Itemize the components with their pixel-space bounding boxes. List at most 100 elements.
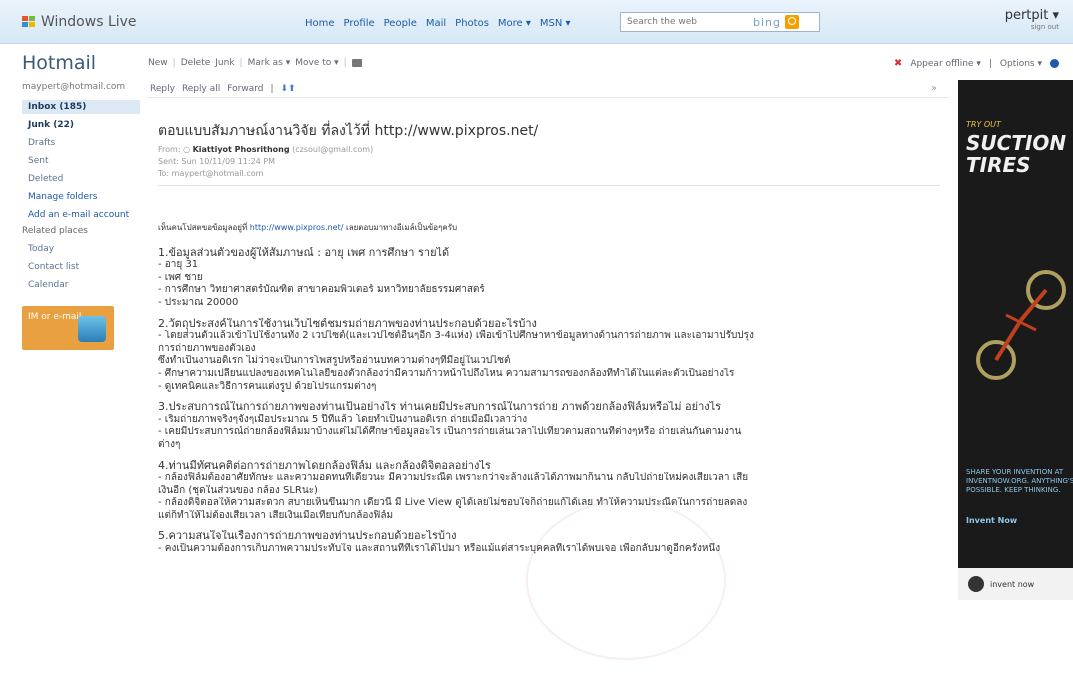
folder-deleted[interactable]: Deleted [22, 172, 140, 186]
body-line: - เคยมีประสบการณ์ถ่ายกล้องฟิล์มมาบ้างแต่… [158, 426, 742, 438]
ad-title: SUCTION TIRES [966, 131, 1067, 177]
toolbar-divider: | [172, 58, 176, 68]
search-icon[interactable] [785, 15, 799, 29]
folder-sidebar: maypert@hotmail.com Inbox (185) Junk (22… [22, 82, 140, 350]
delete-button[interactable]: Delete [181, 58, 211, 68]
im-promo-label: IM or e-mail [28, 312, 82, 322]
new-button[interactable]: New [148, 58, 168, 68]
related-calendar[interactable]: Calendar [22, 278, 140, 292]
recipient: maypert@hotmail.com [171, 169, 264, 178]
top-nav: Home Profile People Mail Photos More ▾ M… [305, 18, 571, 29]
advertisement[interactable]: TRY OUT SUCTION TIRES SHARE YOUR INVENTI… [958, 80, 1073, 600]
message-body: เห็นคนโปสตขอข้อมูลอยู่ที่ http://www.pix… [158, 222, 943, 556]
body-line: - กล้องฟิล์มต้องอาศัยทักษะ และความอดทนที… [158, 472, 749, 484]
folder-junk[interactable]: Junk (22) [22, 118, 140, 132]
ad-footer-label: invent now [990, 579, 1035, 589]
message-subject: ตอบแบบสัมภาษณ์งานวิจัย ที่ลงไว้ที่ http:… [158, 123, 539, 139]
sender-name[interactable]: Kiattiyot Phosrithong [193, 145, 290, 154]
toolbar-divider: | [270, 83, 274, 94]
nav-photos[interactable]: Photos [455, 18, 489, 29]
invent-now-logo-icon [968, 576, 984, 592]
body-question: 1.ข้อมูลส่วนตัวของผู้ให้สัมภาษณ์ : อายุ … [158, 246, 450, 259]
body-line: - เพศ ชาย [158, 271, 203, 283]
bicycle-icon [976, 270, 1066, 380]
ad-footer: invent now [958, 568, 1073, 600]
user-name-menu[interactable]: pertpit ▾ [1005, 8, 1059, 23]
toolbar-divider: | [239, 58, 243, 68]
body-line: - อายุ 31 [158, 259, 199, 271]
related-contact-list[interactable]: Contact list [22, 260, 140, 274]
search-input[interactable] [621, 17, 751, 27]
windows-flag-icon [22, 16, 36, 28]
sent-date: Sun 10/11/09 11:24 PM [181, 157, 276, 166]
add-account-link[interactable]: Add an e-mail account [22, 208, 140, 222]
nav-home[interactable]: Home [305, 18, 335, 29]
toolbar-right: ✖ Appear offline ▾ | Options ▾ [894, 58, 1059, 69]
nav-people[interactable]: People [384, 18, 417, 29]
intro-text-post: เลยตอบมาทางอีเมล์เป็นข้อๆครับ [345, 223, 458, 232]
close-icon[interactable]: » [931, 83, 937, 94]
folder-sent[interactable]: Sent [22, 154, 140, 168]
folder-drafts[interactable]: Drafts [22, 136, 140, 150]
body-line: แต่ก็ทำให้ไม่ต้องเสียเวลา เสียเงินเมื่อเ… [158, 509, 394, 521]
header-divider [158, 185, 940, 186]
im-promo-banner[interactable]: IM or e-mail [22, 306, 114, 350]
reply-all-button[interactable]: Reply all [182, 84, 220, 94]
toolbar-divider: | [988, 58, 992, 69]
account-email[interactable]: maypert@hotmail.com [22, 82, 140, 92]
related-places-heading: Related places [22, 226, 88, 236]
manage-folders-link[interactable]: Manage folders [22, 190, 140, 204]
options-menu[interactable]: Options ▾ [1000, 59, 1042, 69]
body-line: - คงเป็นความต้องการเก็บภาพความประทับใจ แ… [158, 543, 721, 555]
body-line: - ประมาณ 20000 [158, 296, 239, 308]
body-line: - การศึกษา วิทยาศาสตร์บัณฑิต สาขาคอมพิวเ… [158, 284, 485, 296]
app-title[interactable]: Hotmail [22, 52, 96, 74]
help-icon[interactable] [1050, 59, 1059, 68]
from-label: From: [158, 145, 181, 154]
contact-status-icon: ○ [183, 145, 191, 154]
move-to-button[interactable]: Move to ▾ [295, 58, 338, 68]
print-icon[interactable] [351, 59, 362, 67]
junk-button[interactable]: Junk [215, 58, 234, 68]
bing-logo: bing [753, 15, 781, 29]
ad-text: SHARE YOUR INVENTION AT INVENTNOW.ORG. A… [966, 468, 1073, 494]
to-label: To: [158, 169, 170, 178]
windows-live-label: Windows Live [41, 14, 137, 30]
body-lines: 1.ข้อมูลส่วนตัวของผู้ให้สัมภาษณ์ : อายุ … [158, 247, 943, 556]
body-line: ต่างๆ [158, 438, 181, 450]
ad-kicker: TRY OUT [966, 120, 1001, 129]
sent-label: Sent: [158, 157, 179, 166]
windows-live-logo[interactable]: Windows Live [22, 14, 137, 30]
reply-toolbar: Reply Reply all Forward | ⬇⬆ » [146, 80, 949, 98]
sign-out-link[interactable]: sign out [1005, 23, 1059, 31]
related-today[interactable]: Today [22, 242, 140, 256]
message-toolbar: New | Delete Junk | Mark as ▾ Move to ▾ … [148, 58, 362, 68]
forward-button[interactable]: Forward [227, 84, 263, 94]
pixpros-link[interactable]: http://www.pixpros.net/ [250, 223, 344, 232]
user-area: pertpit ▾ sign out [1005, 8, 1059, 31]
nav-msn[interactable]: MSN ▾ [540, 18, 571, 29]
toolbar-divider: | [343, 58, 347, 68]
nav-profile[interactable]: Profile [344, 18, 375, 29]
folder-inbox[interactable]: Inbox (185) [22, 100, 140, 114]
body-line: - ดูเทคนิคและวิธีการคนแต่งรูป ด้วยโปรแกร… [158, 380, 377, 392]
nav-mail[interactable]: Mail [426, 18, 446, 29]
body-question: 3.ประสบการณ์ในการถ่ายภาพของท่านเป็นอย่าง… [158, 401, 722, 414]
prev-next-arrows-icon[interactable]: ⬇⬆ [281, 84, 296, 94]
reply-button[interactable]: Reply [150, 84, 175, 94]
body-line: - กล้องดิจิตอลให้ความสะดวก สบายเห็นขึ้นม… [158, 497, 748, 509]
nav-more[interactable]: More ▾ [498, 18, 531, 29]
message-header: From: ○ Kiattiyot Phosrithong (czsoul@gm… [158, 144, 373, 180]
offline-status-icon: ✖ [893, 58, 903, 69]
top-bar: Windows Live Home Profile People Mail Ph… [0, 0, 1073, 44]
body-question: 2.วัตถุประสงค์ในการใช้งานเว็บไซต์ชมรมถ่า… [158, 317, 537, 330]
body-line: - โดยส่วนตัวแล้วเข้าไปใช้งานทั้ง 2 เวปไซ… [158, 330, 754, 342]
mark-as-button[interactable]: Mark as ▾ [248, 58, 291, 68]
body-line: - เริ่มถ่ายภาพจริงๆจังๆเมื่อประมาณ 5 ปีท… [158, 413, 528, 425]
body-question: 5.ความสนใจในเรื่องการถ่ายภาพของท่านประกอ… [158, 530, 457, 543]
appear-offline-menu[interactable]: Appear offline ▾ [910, 59, 981, 69]
ad-cta-link[interactable]: Invent Now [966, 516, 1017, 525]
web-search-box: bing [620, 12, 820, 32]
body-line: ซึ่งทำเป็นงานอดิเรก ไม่ว่าจะเป็นการโพสรู… [158, 355, 511, 367]
body-line: การถ่ายภาพของตัวเอง [158, 342, 256, 354]
